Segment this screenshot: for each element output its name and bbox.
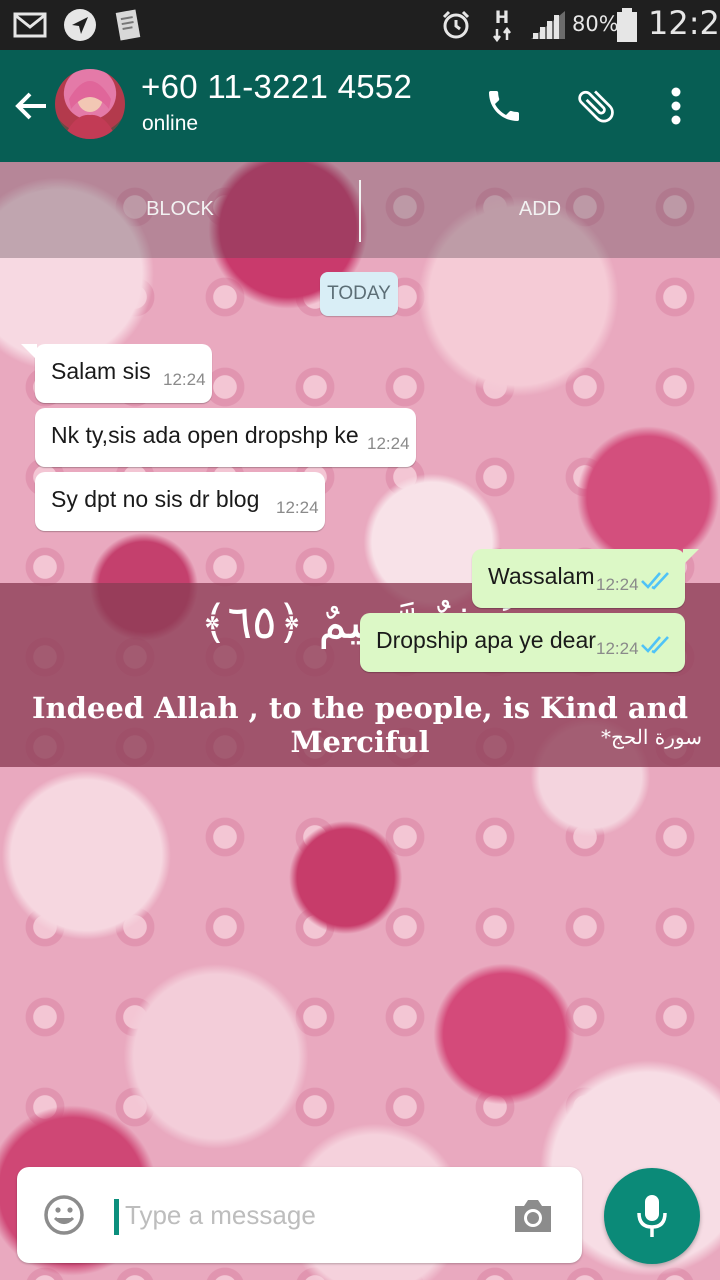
alarm-icon: [438, 8, 474, 42]
block-add-bar: BLOCK ADD: [0, 162, 720, 258]
block-button[interactable]: BLOCK: [0, 198, 360, 221]
read-ticks-icon: [641, 572, 669, 590]
voice-record-button[interactable]: [604, 1168, 700, 1264]
camera-icon[interactable]: [511, 1196, 555, 1236]
emoji-icon[interactable]: [43, 1194, 85, 1236]
navigation-icon: [62, 8, 98, 42]
back-arrow-icon[interactable]: [12, 86, 52, 126]
quote-source: *سورة الحج: [600, 725, 702, 749]
message-text: Dropship apa ye dear: [376, 627, 596, 653]
chat-header: +60 11-3221 4552 online: [0, 50, 720, 162]
mic-icon: [637, 1195, 667, 1237]
message-time: 12:24: [596, 639, 639, 658]
clock: 12:24: [648, 4, 720, 42]
add-contact-button[interactable]: ADD: [360, 198, 720, 221]
message-composer[interactable]: Type a message: [17, 1167, 582, 1263]
status-bar: H 80% 12:24: [0, 0, 720, 50]
message-input[interactable]: Type a message: [125, 1200, 316, 1231]
message-incoming[interactable]: Salam sis 12:24: [21, 344, 212, 403]
date-separator: TODAY: [320, 272, 398, 316]
message-text: Salam sis: [51, 358, 151, 384]
mail-icon: [12, 8, 48, 42]
text-caret: [114, 1199, 119, 1235]
message-time: 12:24: [163, 370, 206, 389]
message-outgoing[interactable]: Wassalam 12:24: [472, 549, 699, 608]
more-vert-icon[interactable]: [652, 82, 700, 130]
message-incoming[interactable]: Nk ty,sis ada open dropshp ke 12:24: [35, 408, 416, 467]
bubble-tail: [683, 549, 699, 565]
message-time: 12:24: [596, 575, 639, 594]
message-text: Sy dpt no sis dr blog: [51, 486, 260, 512]
read-ticks-icon: [641, 636, 669, 654]
notes-icon: [112, 8, 148, 42]
avatar[interactable]: [55, 69, 125, 139]
message-time: 12:24: [276, 498, 319, 517]
network-type-icon: H: [488, 8, 516, 43]
wallpaper-quote: ءُوفٌ رَّحِيمٌ ﴿٦٥﴾ Indeed Allah , to th…: [0, 583, 720, 767]
message-text: Nk ty,sis ada open dropshp ke: [51, 422, 359, 448]
message-time: 12:24: [367, 434, 410, 453]
contact-status: online: [142, 112, 199, 135]
message-text: Wassalam: [488, 563, 595, 589]
paperclip-icon[interactable]: [572, 82, 620, 130]
message-incoming[interactable]: Sy dpt no sis dr blog 12:24: [35, 472, 325, 531]
network-type-label: H: [495, 8, 509, 28]
contact-name[interactable]: +60 11-3221 4552: [141, 68, 412, 106]
signal-icon: [528, 8, 568, 42]
battery-icon: [614, 8, 640, 42]
phone-icon[interactable]: [480, 82, 528, 130]
bubble-tail: [21, 344, 37, 360]
message-outgoing[interactable]: Dropship apa ye dear 12:24: [360, 613, 685, 672]
battery-percent: 80%: [572, 12, 619, 36]
